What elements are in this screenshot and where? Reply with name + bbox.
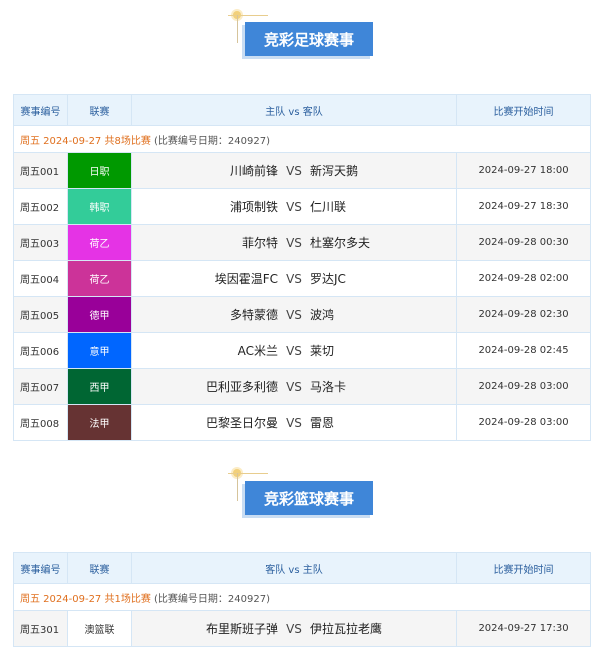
match-number: 周五001 — [13, 152, 68, 189]
match-row[interactable]: 周五007 西甲 巴利亚多利德 VS 马洛卡 2024-09-28 03:00 — [13, 368, 591, 405]
match-row[interactable]: 周五006 意甲 AC米兰 VS 莱切 2024-09-28 02:45 — [13, 332, 591, 369]
title-ornament-line — [228, 15, 268, 16]
date-info-row: 周五 2024-09-27 共1场比赛 (比赛编号日期：240927) — [13, 583, 591, 611]
match-teams[interactable]: 埃因霍温FC VS 罗达JC — [131, 260, 457, 297]
title-ornament-line — [228, 473, 268, 474]
date-info-detail: (比赛编号日期：240927) — [150, 593, 270, 605]
match-row[interactable]: 周五008 法甲 巴黎圣日尔曼 VS 雷恩 2024-09-28 03:00 — [13, 404, 591, 441]
match-teams[interactable]: 多特蒙德 VS 波鸿 — [131, 296, 457, 333]
match-time: 2024-09-28 02:45 — [456, 332, 591, 369]
match-number: 周五301 — [13, 610, 68, 647]
match-number: 周五006 — [13, 332, 68, 369]
col-header-number: 赛事编号 — [13, 552, 68, 584]
home-team: 埃因霍温FC — [214, 272, 278, 286]
match-number: 周五002 — [13, 188, 68, 225]
match-number: 周五003 — [13, 224, 68, 261]
col-header-league: 联赛 — [67, 552, 132, 584]
vs-label: VS — [286, 235, 302, 250]
section-title-basketball: 竞彩篮球赛事 — [245, 481, 373, 515]
match-number: 周五004 — [13, 260, 68, 297]
match-time: 2024-09-27 18:00 — [456, 152, 591, 189]
vs-label: VS — [286, 343, 302, 358]
date-info-row: 周五 2024-09-27 共8场比赛 (比赛编号日期：240927) — [13, 125, 591, 153]
match-time: 2024-09-28 03:00 — [456, 404, 591, 441]
league-badge[interactable]: 荷乙 — [67, 260, 132, 297]
home-team: 多特蒙德 — [229, 308, 278, 322]
match-teams[interactable]: 布里斯班子弹 VS 伊拉瓦拉老鹰 — [131, 610, 457, 647]
date-info: 周五 2024-09-27 共1场比赛 (比赛编号日期：240927) — [13, 583, 591, 611]
col-header-league: 联赛 — [67, 94, 132, 126]
league-badge[interactable]: 日职 — [67, 152, 132, 189]
match-time: 2024-09-28 02:30 — [456, 296, 591, 333]
match-row[interactable]: 周五005 德甲 多特蒙德 VS 波鸿 2024-09-28 02:30 — [13, 296, 591, 333]
away-team: 新泻天鹅 — [310, 164, 359, 178]
home-team: 川崎前锋 — [229, 164, 278, 178]
match-time: 2024-09-27 18:30 — [456, 188, 591, 225]
match-row[interactable]: 周五301 澳篮联 布里斯班子弹 VS 伊拉瓦拉老鹰 2024-09-27 17:30 — [13, 610, 591, 647]
vs-label: VS — [286, 271, 302, 286]
match-teams[interactable]: 巴黎圣日尔曼 VS 雷恩 — [131, 404, 457, 441]
match-row[interactable]: 周五001 日职 川崎前锋 VS 新泻天鹅 2024-09-27 18:00 — [13, 152, 591, 189]
vs-label: VS — [286, 621, 302, 636]
league-badge[interactable]: 意甲 — [67, 332, 132, 369]
match-time: 2024-09-27 17:30 — [456, 610, 591, 647]
football-table: 赛事编号 联赛 主队 vs 客队 比赛开始时间 周五 2024-09-27 共8… — [13, 94, 591, 441]
vs-label: VS — [286, 307, 302, 322]
home-team: AC米兰 — [237, 344, 278, 358]
away-team: 波鸿 — [310, 308, 335, 322]
match-teams[interactable]: AC米兰 VS 莱切 — [131, 332, 457, 369]
table-header-row: 赛事编号 联赛 客队 vs 主队 比赛开始时间 — [13, 552, 591, 584]
basketball-table: 赛事编号 联赛 客队 vs 主队 比赛开始时间 周五 2024-09-27 共1… — [13, 552, 591, 647]
title-ornament-line — [237, 15, 238, 43]
away-team: 罗达JC — [310, 272, 346, 286]
away-team: 莱切 — [310, 344, 335, 358]
vs-label: VS — [286, 163, 302, 178]
vs-label: VS — [286, 199, 302, 214]
home-team: 布里斯班子弹 — [205, 622, 278, 636]
league-badge[interactable]: 西甲 — [67, 368, 132, 405]
match-number: 周五005 — [13, 296, 68, 333]
match-row[interactable]: 周五003 荷乙 菲尔特 VS 杜塞尔多夫 2024-09-28 00:30 — [13, 224, 591, 261]
match-teams[interactable]: 川崎前锋 VS 新泻天鹅 — [131, 152, 457, 189]
league-badge[interactable]: 澳篮联 — [67, 610, 132, 647]
date-info-highlight: 周五 2024-09-27 共1场比赛 — [20, 593, 151, 605]
date-info-highlight: 周五 2024-09-27 共8场比赛 — [20, 135, 151, 147]
league-badge[interactable]: 荷乙 — [67, 224, 132, 261]
col-header-match: 主队 vs 客队 — [131, 94, 457, 126]
match-time: 2024-09-28 03:00 — [456, 368, 591, 405]
league-badge[interactable]: 法甲 — [67, 404, 132, 441]
col-header-match: 客队 vs 主队 — [131, 552, 457, 584]
home-team: 浦项制铁 — [229, 200, 278, 214]
home-team: 菲尔特 — [241, 236, 278, 250]
col-header-time: 比赛开始时间 — [456, 552, 591, 584]
title-ornament-line — [237, 473, 238, 501]
vs-label: VS — [286, 415, 302, 430]
col-header-time: 比赛开始时间 — [456, 94, 591, 126]
away-team: 马洛卡 — [310, 380, 347, 394]
match-row[interactable]: 周五002 韩职 浦项制铁 VS 仁川联 2024-09-27 18:30 — [13, 188, 591, 225]
match-teams[interactable]: 浦项制铁 VS 仁川联 — [131, 188, 457, 225]
col-header-number: 赛事编号 — [13, 94, 68, 126]
match-row[interactable]: 周五004 荷乙 埃因霍温FC VS 罗达JC 2024-09-28 02:00 — [13, 260, 591, 297]
match-time: 2024-09-28 00:30 — [456, 224, 591, 261]
away-team: 雷恩 — [310, 416, 335, 430]
match-teams[interactable]: 菲尔特 VS 杜塞尔多夫 — [131, 224, 457, 261]
away-team: 杜塞尔多夫 — [310, 236, 371, 250]
vs-label: VS — [286, 379, 302, 394]
home-team: 巴利亚多利德 — [205, 380, 278, 394]
away-team: 伊拉瓦拉老鹰 — [310, 622, 383, 636]
league-badge[interactable]: 德甲 — [67, 296, 132, 333]
league-badge[interactable]: 韩职 — [67, 188, 132, 225]
match-number: 周五008 — [13, 404, 68, 441]
match-number: 周五007 — [13, 368, 68, 405]
table-header-row: 赛事编号 联赛 主队 vs 客队 比赛开始时间 — [13, 94, 591, 126]
date-info-detail: (比赛编号日期：240927) — [150, 135, 270, 147]
match-time: 2024-09-28 02:00 — [456, 260, 591, 297]
away-team: 仁川联 — [310, 200, 347, 214]
home-team: 巴黎圣日尔曼 — [205, 416, 278, 430]
section-title-football: 竞彩足球赛事 — [245, 22, 373, 56]
match-teams[interactable]: 巴利亚多利德 VS 马洛卡 — [131, 368, 457, 405]
date-info: 周五 2024-09-27 共8场比赛 (比赛编号日期：240927) — [13, 125, 591, 153]
